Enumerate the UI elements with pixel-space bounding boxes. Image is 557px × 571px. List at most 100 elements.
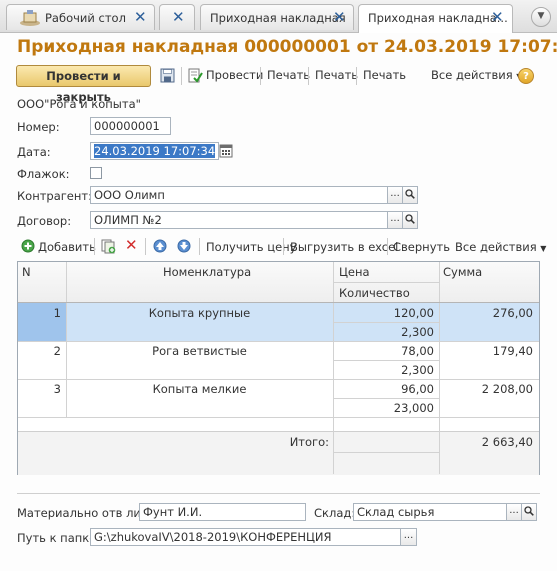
warehouse-label: Склад:: [314, 506, 356, 520]
all-actions-menu[interactable]: Все действия ▼: [431, 68, 522, 82]
date-label: Дата:: [17, 145, 51, 159]
row-number: 1: [53, 306, 61, 320]
tab-empty[interactable]: ✕: [159, 4, 195, 30]
tab-label: Приходная накладная: [210, 11, 346, 25]
contractor-open-button[interactable]: [402, 186, 418, 204]
header-n[interactable]: N: [22, 265, 31, 279]
tab-invoice[interactable]: Приходная накладная ✕: [200, 4, 354, 30]
delete-icon[interactable]: ✕: [125, 236, 138, 254]
path-select-button[interactable]: ...: [400, 528, 417, 546]
total-value: 2 663,40: [481, 435, 533, 449]
row-sum: 179,40: [492, 344, 533, 358]
header-item[interactable]: Номенклатура: [163, 265, 251, 279]
organization-label: ООО"Рога и копыта": [17, 97, 141, 111]
contractor-field[interactable]: ООО Олимп: [90, 186, 388, 204]
responsible-field[interactable]: Фунт И.И.: [139, 503, 306, 521]
row-divider: [18, 302, 539, 303]
copy-icon[interactable]: [101, 239, 116, 254]
row-number: 3: [53, 382, 61, 396]
flag-checkbox[interactable]: [90, 167, 102, 179]
home-icon: [20, 10, 40, 26]
row-number: 2: [53, 344, 61, 358]
row-price[interactable]: 78,00: [401, 344, 434, 358]
row-price[interactable]: 120,00: [394, 306, 434, 320]
row-qty[interactable]: 2,300: [401, 325, 434, 339]
collapse-button[interactable]: Свернуть: [393, 240, 450, 254]
date-value: 24.03.2019 17:07:34: [94, 144, 216, 158]
save-icon[interactable]: [160, 68, 175, 83]
export-excel-button[interactable]: Выгрузить в excel: [290, 240, 398, 254]
close-icon[interactable]: ✕: [491, 8, 504, 26]
toolbar-separator: [283, 238, 284, 255]
toolbar-separator: [260, 67, 261, 85]
table-all-actions-menu[interactable]: Все действия ▼: [455, 240, 546, 254]
path-field[interactable]: G:\zhukovaIV\2018-2019\КОНФЕРЕНЦИЯ: [90, 528, 401, 546]
page-title: Приходная накладная 000000001 от 24.03.2…: [17, 37, 557, 57]
help-icon[interactable]: ?: [518, 68, 534, 84]
search-icon: [405, 214, 415, 224]
contract-field[interactable]: ОЛИМП №2: [90, 211, 388, 229]
toolbar-separator: [145, 238, 146, 255]
number-label: Номер:: [17, 120, 60, 134]
row-divider: [333, 360, 439, 361]
footer-divider: [17, 493, 540, 494]
toolbar-separator: [199, 238, 200, 255]
toolbar-separator: [356, 67, 357, 85]
print-button-2[interactable]: Печать: [315, 68, 358, 82]
row-divider: [333, 322, 439, 323]
table-footer: [18, 431, 539, 475]
post-button[interactable]: Провести: [206, 68, 263, 82]
contract-select-button[interactable]: ...: [387, 211, 403, 229]
row-divider: [333, 398, 439, 399]
header-sum[interactable]: Сумма: [443, 265, 482, 279]
contractor-select-button[interactable]: ...: [387, 186, 403, 204]
number-field[interactable]: 000000001: [90, 117, 171, 135]
row-qty[interactable]: 2,300: [401, 363, 434, 377]
print-button-3[interactable]: Печать: [363, 68, 406, 82]
add-row-button[interactable]: Добавить: [38, 240, 96, 254]
tabs-menu-button[interactable]: ▼: [531, 7, 551, 27]
header-qty[interactable]: Количество: [339, 286, 410, 300]
search-icon: [524, 506, 534, 516]
goods-table: N Номенклатура Цена Количество Сумма 1 К…: [17, 261, 540, 475]
row-item[interactable]: Копыта крупные: [66, 306, 333, 320]
total-label: Итого:: [289, 435, 329, 449]
warehouse-select-button[interactable]: ...: [506, 503, 522, 521]
tab-label: Приходная накладна...: [368, 11, 508, 25]
all-actions-label: Все действия: [455, 240, 537, 254]
close-icon[interactable]: ✕: [134, 8, 147, 26]
column-divider: [439, 431, 440, 474]
post-icon: [188, 68, 203, 83]
row-divider: [18, 341, 539, 342]
add-icon: [21, 239, 35, 253]
tab-invoice-active[interactable]: Приходная накладна... ✕: [358, 4, 513, 33]
move-down-icon[interactable]: [177, 239, 191, 253]
print-button-1[interactable]: Печать: [267, 68, 310, 82]
row-item[interactable]: Копыта мелкие: [66, 382, 333, 396]
close-icon[interactable]: ✕: [333, 8, 346, 26]
row-sum: 276,00: [492, 306, 533, 320]
all-actions-label: Все действия: [431, 68, 513, 82]
move-up-icon[interactable]: [153, 239, 167, 253]
warehouse-field[interactable]: Склад сырья: [353, 503, 507, 521]
tab-desktop[interactable]: Рабочий стол ✕: [6, 4, 155, 30]
contract-open-button[interactable]: [402, 211, 418, 229]
row-divider: [333, 282, 439, 283]
contract-label: Договор:: [17, 214, 72, 228]
date-field[interactable]: 24.03.2019 17:07:34: [90, 142, 219, 160]
close-icon[interactable]: ✕: [172, 8, 185, 26]
post-and-close-button[interactable]: Провести и закрыть: [16, 65, 151, 104]
row-qty[interactable]: 23,000: [394, 401, 434, 415]
path-label: Путь к папке:: [17, 531, 101, 545]
warehouse-open-button[interactable]: [521, 503, 537, 521]
toolbar-separator: [387, 238, 388, 255]
row-sum: 2 208,00: [481, 382, 533, 396]
row-price[interactable]: 96,00: [401, 382, 434, 396]
tab-bar: Рабочий стол ✕ ✕ Приходная накладная ✕ П…: [0, 0, 557, 33]
header-price[interactable]: Цена: [339, 265, 370, 279]
row-divider: [333, 452, 439, 453]
contractor-label: Контрагент:: [17, 189, 92, 203]
row-item[interactable]: Рога ветвистые: [66, 344, 333, 358]
dropdown-arrow-icon: ▼: [540, 244, 547, 253]
calendar-icon[interactable]: [219, 143, 233, 158]
